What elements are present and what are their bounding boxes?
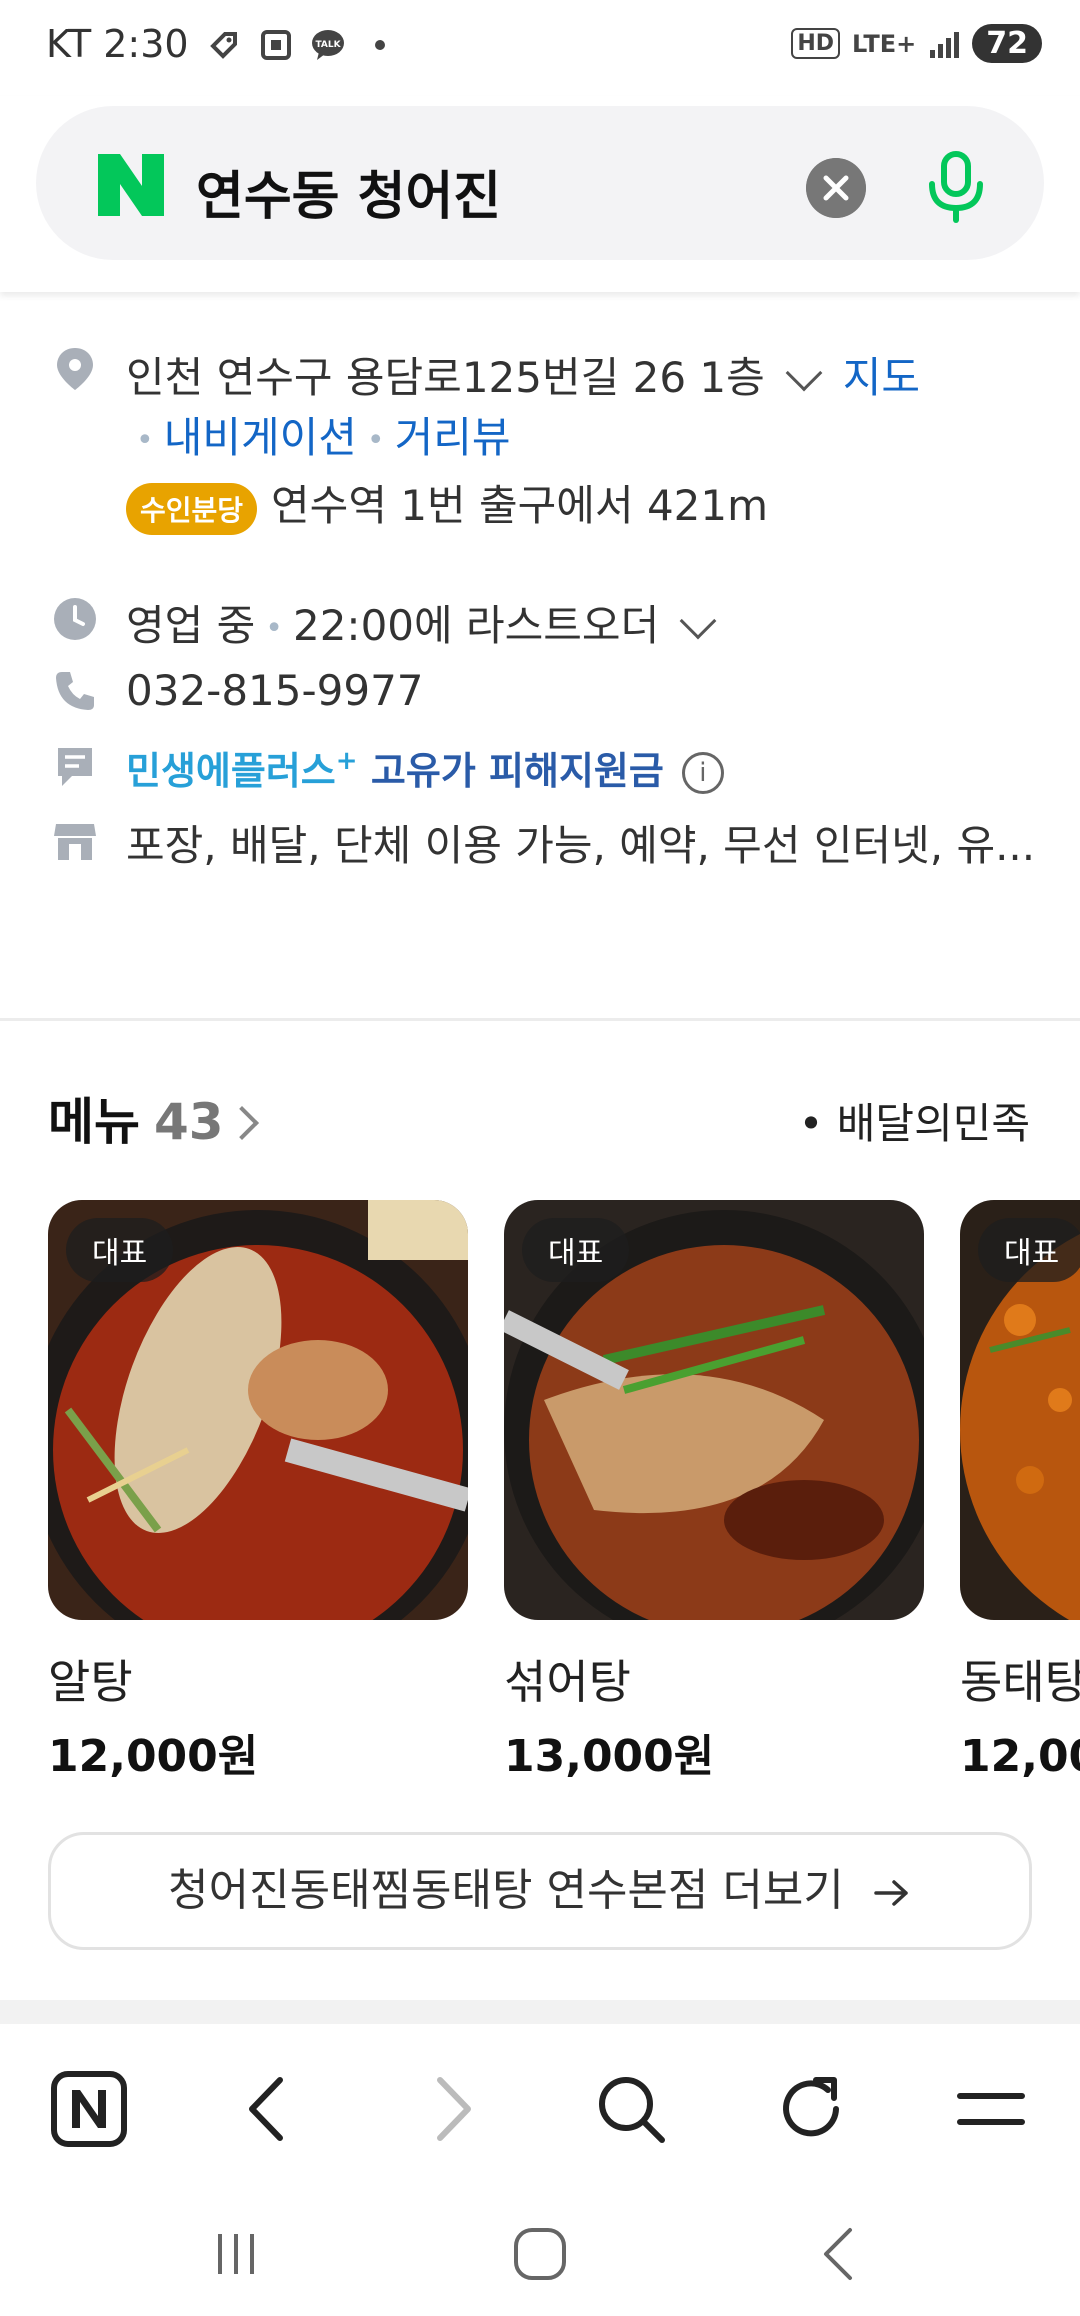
back-icon[interactable]	[224, 2064, 314, 2154]
delivery-app-name: 배달의민족	[836, 1099, 1030, 1148]
menu-header[interactable]: 메뉴 43	[48, 1082, 259, 1154]
section-divider	[0, 1018, 1080, 1021]
separator-dot: •	[366, 423, 385, 458]
notification-icons: TALK	[205, 26, 399, 64]
section-gap	[0, 2000, 1080, 2024]
menu-item-name: 알탕	[48, 1655, 133, 1709]
plus-icon: +	[335, 746, 358, 776]
street-view-link[interactable]: 거리뷰	[395, 413, 511, 462]
tag-icon	[210, 32, 237, 59]
menu-card[interactable]: 대표 동태탕 12,000원	[960, 1200, 1080, 1784]
naver-logo-icon[interactable]	[96, 152, 166, 218]
location-pin-icon	[57, 348, 93, 390]
map-link[interactable]: 지도	[843, 353, 920, 402]
battery-indicator: 72	[972, 24, 1042, 63]
menu-photo[interactable]: 대표	[960, 1200, 1080, 1620]
hours-status: 영업 중	[126, 601, 256, 650]
menu-card[interactable]: 대표 알탕 12,000원	[48, 1200, 468, 1784]
hd-icon: HD	[791, 28, 841, 59]
signal-icon	[930, 31, 960, 58]
home-icon[interactable]	[500, 2214, 580, 2294]
browser-toolbar	[0, 2024, 1080, 2194]
dot-icon	[375, 40, 385, 50]
amenities-text: 포장, 배달, 단체 이용 가능, 예약, 무선 인터넷, 유...	[126, 821, 1036, 870]
menu-item-price: 12,000원	[48, 1731, 259, 1782]
recent-apps-icon[interactable]	[196, 2214, 276, 2294]
kakaotalk-icon: TALK	[312, 30, 344, 60]
phone-number[interactable]: 032-815-9977	[126, 666, 424, 715]
signature-badge: 대표	[522, 1218, 630, 1282]
more-menu-label: 청어진동태찜동태탕 연수본점 더보기	[168, 1865, 844, 1916]
menu-item-name: 섞어탕	[504, 1655, 631, 1709]
chevron-down-icon[interactable]	[679, 602, 717, 640]
system-back-icon[interactable]	[800, 2214, 880, 2294]
status-right: HD LTE+ 72	[791, 24, 1042, 63]
message-icon	[58, 748, 92, 786]
navigation-link[interactable]: 내비게이션	[164, 413, 357, 462]
phone-icon	[56, 672, 94, 710]
menu-icon[interactable]	[946, 2064, 1036, 2154]
system-navigation-bar	[0, 2194, 1080, 2316]
svg-text:TALK: TALK	[315, 40, 341, 50]
naver-home-icon[interactable]	[44, 2064, 134, 2154]
separator-dot: •	[136, 423, 154, 458]
menu-photo[interactable]: 대표	[504, 1200, 924, 1620]
refresh-icon[interactable]	[766, 2064, 856, 2154]
station-distance: 연수역 1번 출구에서 421m	[271, 481, 769, 530]
search-input[interactable]: 연수동 청어진	[196, 154, 501, 229]
status-bar: KT 2:30 TALK HD LTE+ 72	[0, 0, 1080, 96]
menu-item-name: 동태탕	[960, 1655, 1080, 1709]
address-text: 인천 연수구 용담로125번길 26 1층	[126, 353, 765, 402]
menu-photo[interactable]: 대표	[48, 1200, 468, 1620]
screenshot-icon	[261, 30, 291, 60]
promo-name: 민생에플러스	[126, 749, 336, 793]
subway-line-badge: 수인분당	[126, 482, 258, 535]
separator-dot: •	[265, 611, 283, 646]
clear-search-icon[interactable]	[806, 158, 866, 218]
delivery-source[interactable]: • 배달의민족	[799, 1090, 1030, 1151]
signature-badge: 대표	[978, 1218, 1080, 1282]
lte-icon: LTE+	[852, 29, 917, 58]
menu-carousel[interactable]: 대표 알탕 12,000원 대표 섞어탕 13,000원 대표 동태탕 12,0	[0, 1200, 1080, 1790]
info-icon[interactable]: i	[681, 751, 724, 794]
clock-icon	[54, 598, 96, 640]
chevron-down-icon[interactable]	[785, 354, 823, 392]
more-menu-button[interactable]: 청어진동태찜동태탕 연수본점 더보기	[48, 1832, 1032, 1950]
hours-detail: 22:00에 라스트오더	[292, 601, 660, 650]
forward-icon[interactable]	[406, 2064, 496, 2154]
store-icon	[54, 824, 96, 860]
menu-item-price: 13,000원	[504, 1731, 715, 1782]
menu-title: 메뉴	[48, 1093, 140, 1151]
menu-card[interactable]: 대표 섞어탕 13,000원	[504, 1200, 924, 1784]
search-header: 연수동 청어진	[0, 96, 1080, 292]
microphone-icon[interactable]	[916, 146, 996, 226]
search-bar[interactable]: 연수동 청어진	[36, 106, 1044, 260]
bullet-icon: •	[798, 1099, 837, 1148]
chevron-right-icon	[224, 1106, 259, 1140]
promo-subsidy: 고유가 피해지원금	[370, 749, 664, 793]
menu-item-price: 12,000원	[960, 1731, 1080, 1782]
arrow-right-icon	[874, 1880, 908, 1906]
signature-badge: 대표	[66, 1218, 174, 1282]
carrier-time: KT 2:30	[46, 22, 189, 66]
search-icon[interactable]	[586, 2064, 676, 2154]
menu-count: 43	[154, 1093, 224, 1151]
